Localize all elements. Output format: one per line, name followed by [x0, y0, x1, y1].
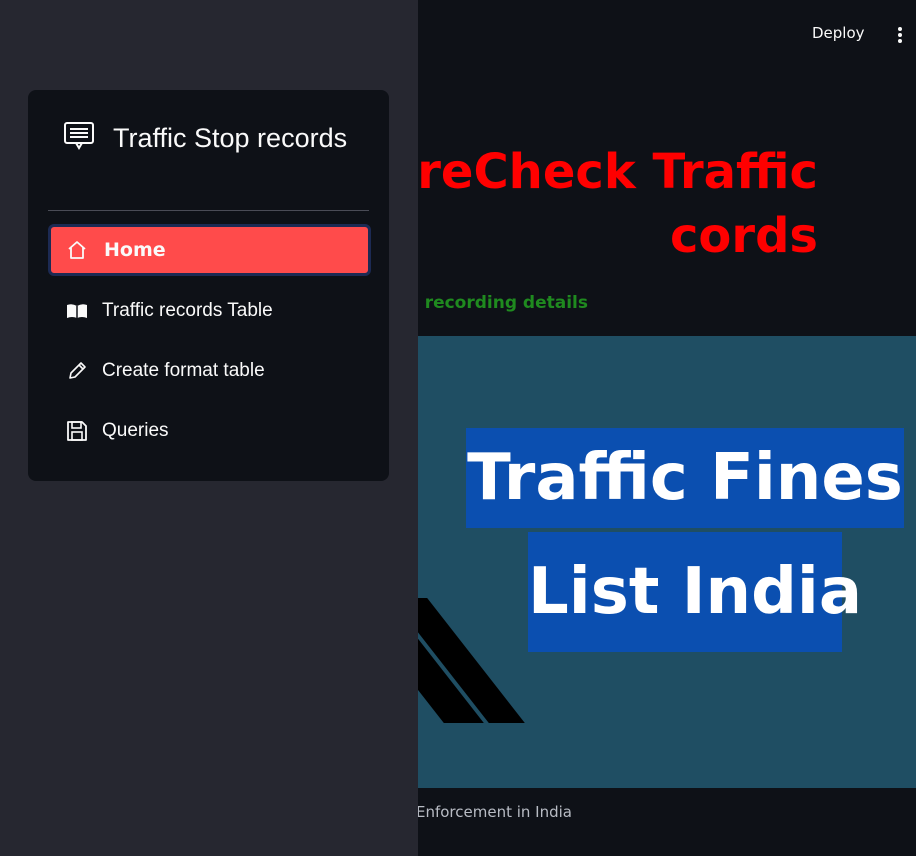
menu-header: Traffic Stop records: [63, 116, 373, 161]
pencil-icon: [69, 362, 86, 379]
sidebar: Traffic Stop records Home Traffic record…: [0, 0, 418, 856]
menu-divider: [48, 210, 369, 211]
nav-item-label: Traffic records Table: [102, 300, 273, 321]
banner-text-line-2: List India: [528, 532, 862, 652]
open-book-icon: [67, 304, 87, 318]
banner-text-line-1: Traffic Fines: [466, 428, 904, 528]
deploy-button[interactable]: Deploy: [812, 24, 865, 42]
option-menu: Traffic Stop records Home Traffic record…: [28, 90, 389, 481]
nav-item-traffic-records-table[interactable]: Traffic records Table: [48, 285, 371, 337]
floppy-disk-icon: [67, 421, 87, 441]
nav-item-home[interactable]: Home: [48, 224, 371, 276]
nav-item-label: Home: [104, 239, 166, 261]
nav-item-label: Queries: [102, 420, 169, 441]
vertical-dots-icon[interactable]: [894, 24, 906, 46]
document-list-icon: [64, 122, 94, 150]
house-icon: [68, 241, 86, 259]
top-toolbar: Deploy: [756, 0, 916, 70]
menu-title: Traffic Stop records: [113, 123, 348, 153]
nav-item-queries[interactable]: Queries: [48, 405, 371, 457]
nav-item-label: Create format table: [102, 360, 265, 381]
nav-item-create-format-table[interactable]: Create format table: [48, 345, 371, 397]
